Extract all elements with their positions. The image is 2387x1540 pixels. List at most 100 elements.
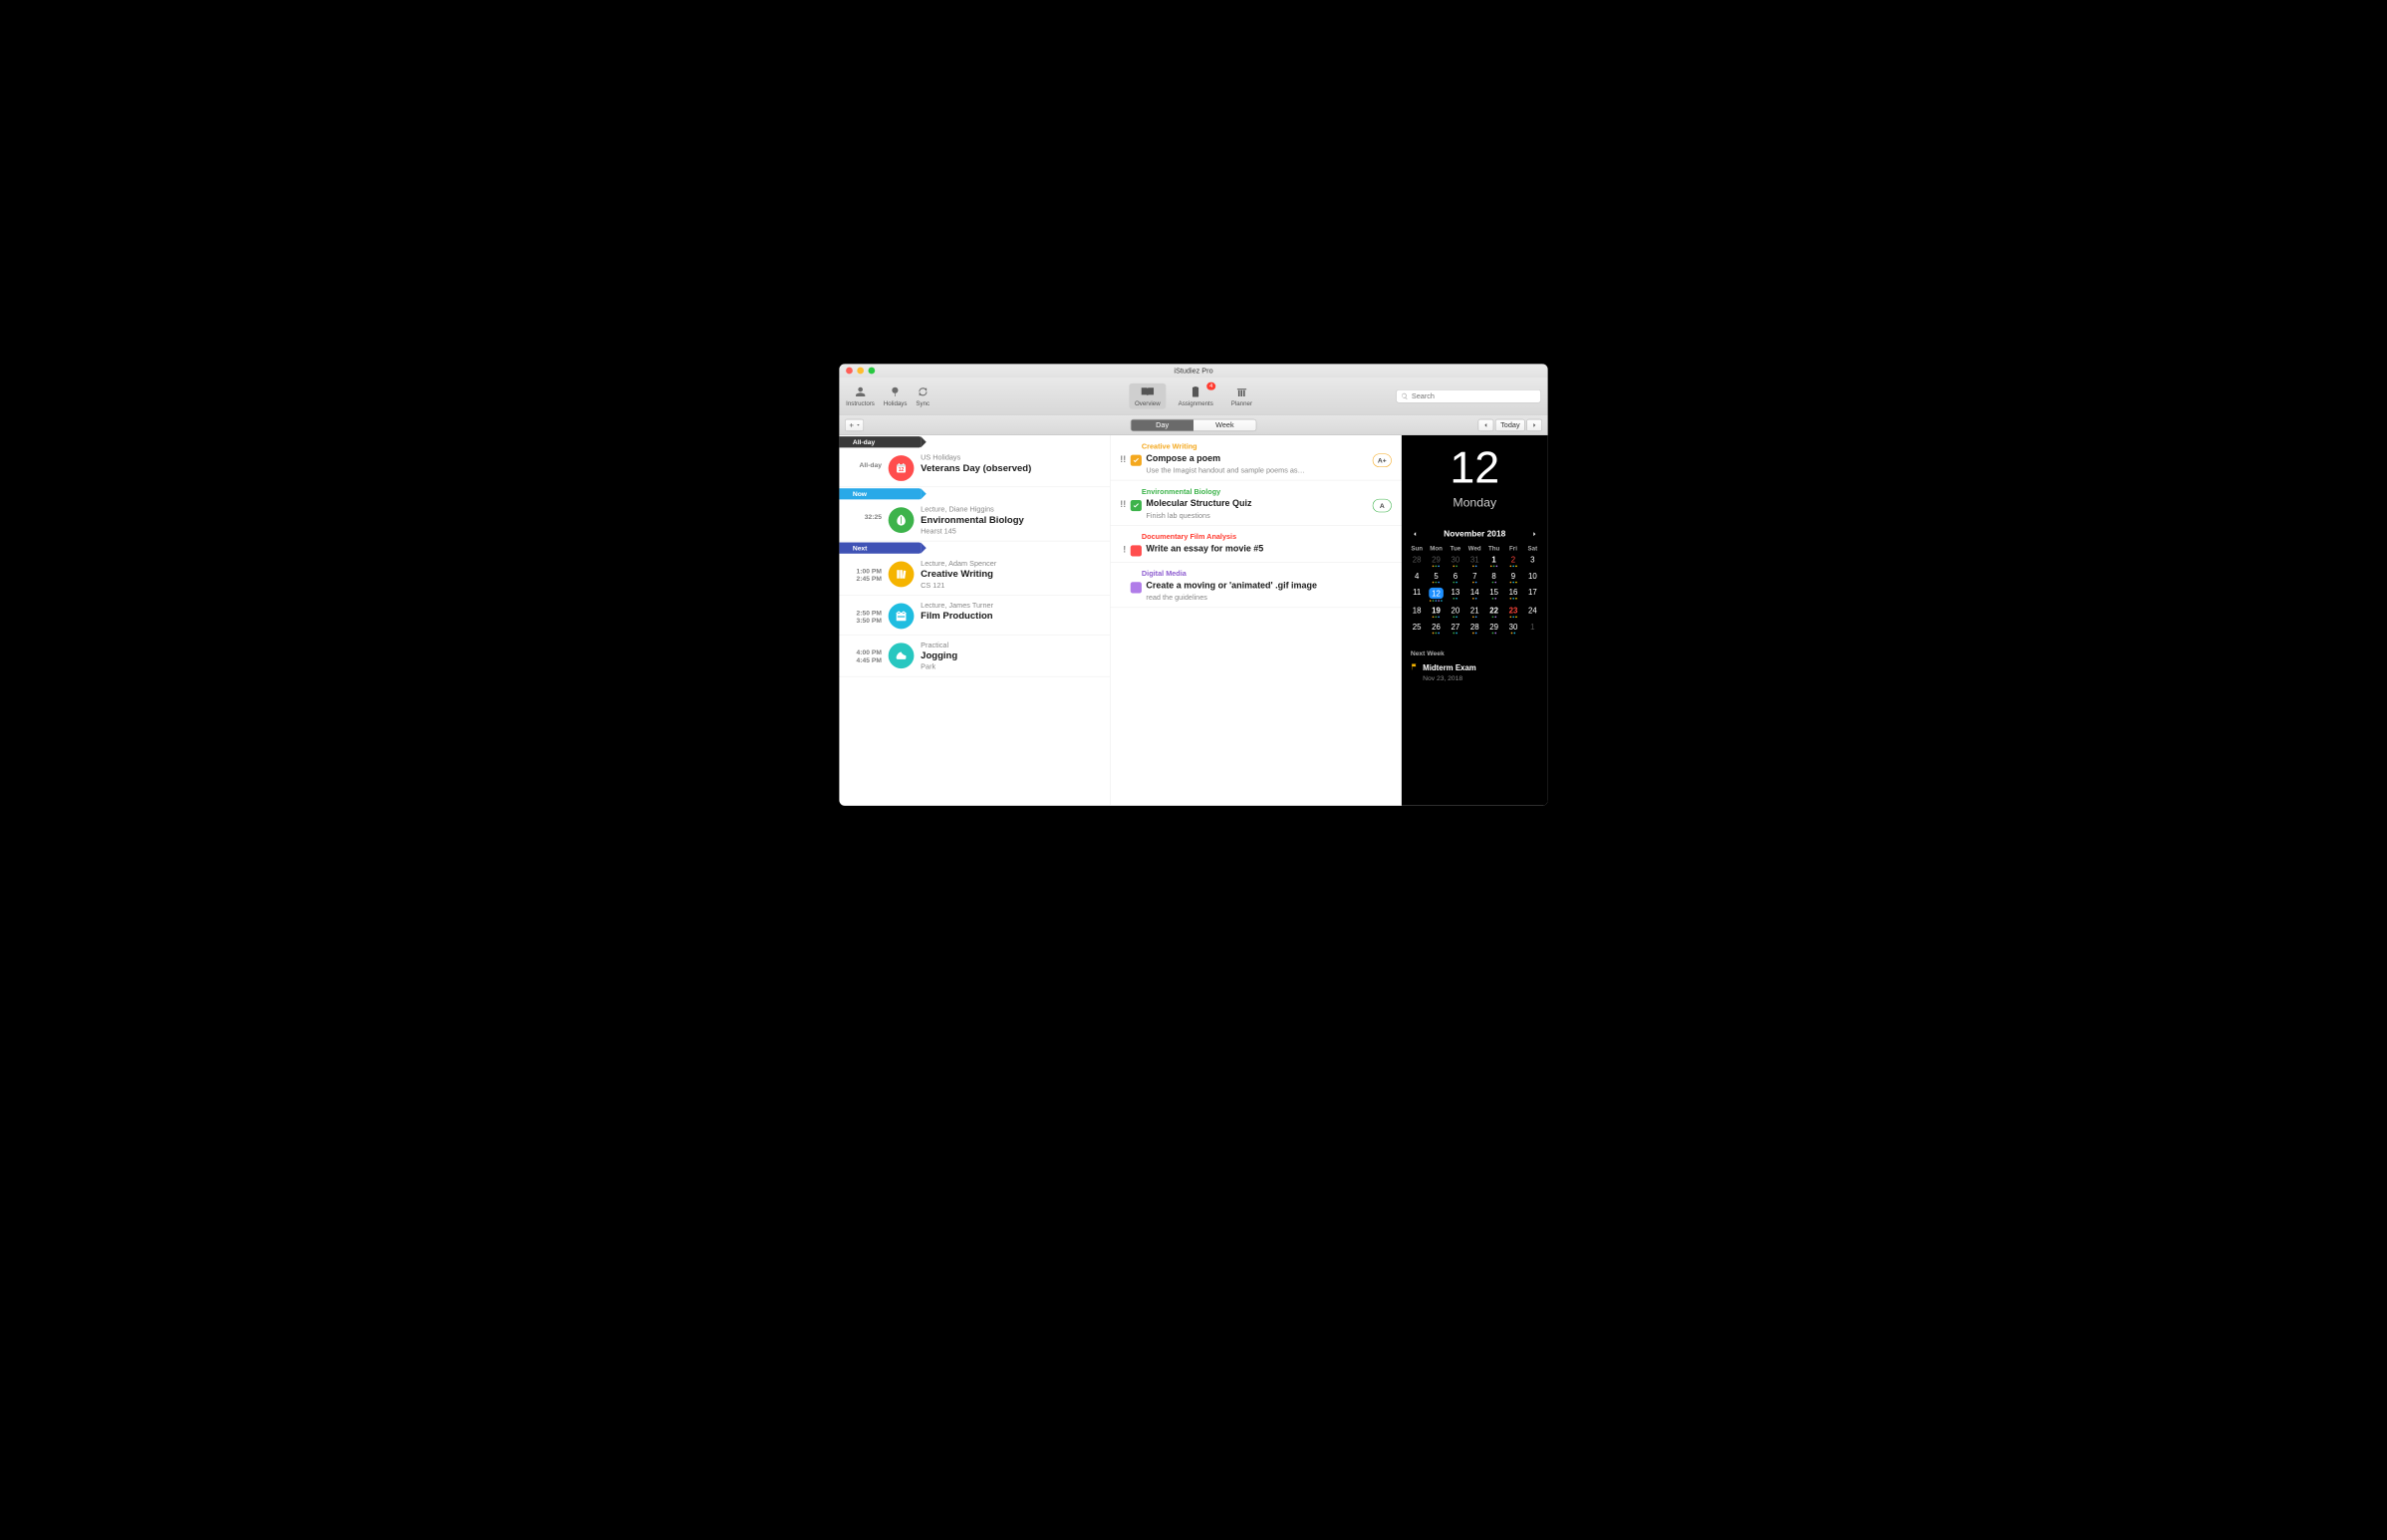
cal-prev-month[interactable]	[1411, 529, 1420, 538]
assignment-sub: Use the Imagist handout and sample poems…	[1146, 466, 1368, 474]
add-button[interactable]	[845, 418, 864, 430]
calendar-day[interactable]: 1	[1484, 553, 1503, 569]
event-time: 4:00 PM4:45 PM	[839, 641, 882, 670]
calendar-day[interactable]: 1	[1523, 620, 1542, 636]
chevron-right-icon	[1531, 421, 1538, 428]
assignment-checkbox[interactable]	[1131, 582, 1142, 593]
event-meta: Lecture, Adam Spencer	[921, 559, 1103, 567]
calendar-day[interactable]: 18	[1407, 604, 1426, 620]
calendar-day[interactable]: 2	[1503, 553, 1522, 569]
today-button[interactable]: Today	[1495, 418, 1525, 430]
calendar-day[interactable]: 10	[1523, 569, 1542, 585]
calendar-day[interactable]: 23	[1503, 604, 1522, 620]
calendar-day[interactable]: 14	[1465, 586, 1484, 604]
cal-next-month[interactable]	[1530, 529, 1539, 538]
calendar-day[interactable]: 6	[1446, 569, 1464, 585]
calendar-day[interactable]: 26	[1427, 620, 1446, 636]
calendar-day[interactable]: 20	[1446, 604, 1464, 620]
section-tag-next: Next	[839, 543, 921, 554]
balloon-icon	[889, 385, 901, 397]
schedule-item[interactable]: 4:00 PM4:45 PMPracticalJoggingPark	[839, 635, 1110, 676]
tab-assignments[interactable]: 4 Assignments	[1173, 384, 1218, 409]
calendar-day[interactable]: 12	[1427, 586, 1446, 604]
schedule-item[interactable]: 1:00 PM2:45 PMLecture, Adam SpencerCreat…	[839, 554, 1110, 596]
event-meta: Lecture, Diane Higgins	[921, 505, 1103, 513]
chevron-left-icon	[1412, 530, 1419, 537]
assignment-priority: !!	[1116, 499, 1126, 510]
app-window: iStudiez Pro Instructors Holidays Sync O…	[839, 364, 1547, 806]
upcoming-item[interactable]: Midterm Exam Nov 23, 2018	[1411, 662, 1539, 681]
calendar-day[interactable]: 30	[1503, 620, 1522, 636]
event-icon: 12	[889, 455, 915, 481]
assignment-item[interactable]: Documentary Film Analysis!Write an essay…	[1111, 526, 1402, 563]
calendar-day[interactable]: 11	[1407, 586, 1426, 604]
schedule-item[interactable]: All-day12US HolidaysVeterans Day (observ…	[839, 447, 1110, 487]
event-sub: CS 121	[921, 581, 1103, 589]
calendar-day[interactable]: 7	[1465, 569, 1484, 585]
assignment-item[interactable]: Creative Writing!!Compose a poemUse the …	[1111, 435, 1402, 480]
event-time: All-day	[839, 453, 882, 481]
search-input[interactable]	[1412, 391, 1536, 399]
calendar-day[interactable]: 29	[1484, 620, 1503, 636]
event-sub: Park	[921, 662, 1103, 670]
event-time: 2:50 PM3:50 PM	[839, 601, 882, 629]
calendar-day[interactable]: 29	[1427, 553, 1446, 569]
event-title: Environmental Biology	[921, 515, 1103, 526]
sync-button[interactable]: Sync	[916, 385, 929, 406]
holidays-button[interactable]: Holidays	[884, 385, 908, 406]
toolbar-center: Overview 4 Assignments Planner	[1129, 384, 1257, 409]
mini-calendar: November 2018 SunMonTueWedThuFriSat 2829…	[1402, 527, 1548, 637]
calendar-day[interactable]: 24	[1523, 604, 1542, 620]
calendar-day[interactable]: 31	[1465, 553, 1484, 569]
seg-day[interactable]: Day	[1131, 419, 1194, 430]
book-icon	[1139, 385, 1156, 397]
assignment-sub: read the guidelines	[1146, 593, 1391, 601]
assignment-sub: Finish lab questions	[1146, 511, 1368, 519]
event-meta: Lecture, James Turner	[921, 601, 1103, 609]
schedule-column: All-dayAll-day12US HolidaysVeterans Day …	[839, 435, 1110, 806]
cal-dow: Thu	[1484, 543, 1503, 553]
assignment-course: Documentary Film Analysis	[1116, 532, 1392, 540]
calendar-day[interactable]: 4	[1407, 569, 1426, 585]
calendar-day[interactable]: 13	[1446, 586, 1464, 604]
assignment-checkbox[interactable]	[1131, 500, 1142, 511]
cal-dow: Tue	[1446, 543, 1464, 553]
calendar-day[interactable]: 16	[1503, 586, 1522, 604]
window-title: iStudiez Pro	[839, 367, 1547, 375]
calendar-day[interactable]: 15	[1484, 586, 1503, 604]
next-day-button[interactable]	[1526, 418, 1542, 430]
search-box[interactable]	[1396, 389, 1541, 402]
assignment-checkbox[interactable]	[1131, 455, 1142, 466]
assignment-item[interactable]: Environmental Biology!!Molecular Structu…	[1111, 480, 1402, 525]
cal-dow: Sun	[1407, 543, 1426, 553]
assignment-checkbox[interactable]	[1131, 545, 1142, 556]
calendar-day[interactable]: 27	[1446, 620, 1464, 636]
calendar-day[interactable]: 19	[1427, 604, 1446, 620]
calendar-day[interactable]: 8	[1484, 569, 1503, 585]
cal-dow: Mon	[1427, 543, 1446, 553]
calendar-day[interactable]: 5	[1427, 569, 1446, 585]
toolbar-label: Instructors	[846, 399, 875, 406]
assignment-course: Creative Writing	[1116, 442, 1392, 450]
schedule-item[interactable]: 32:25Lecture, Diane HigginsEnvironmental…	[839, 499, 1110, 541]
tab-planner[interactable]: Planner	[1225, 384, 1257, 409]
tab-overview[interactable]: Overview	[1129, 384, 1166, 409]
date-nav: Today	[1478, 418, 1542, 430]
calendar-day[interactable]: 3	[1523, 553, 1542, 569]
assignment-item[interactable]: Digital MediaCreate a moving or 'animate…	[1111, 563, 1402, 608]
schedule-item[interactable]: 2:50 PM3:50 PMLecture, James TurnerFilm …	[839, 596, 1110, 636]
event-icon	[889, 604, 915, 630]
calendar-day[interactable]: 25	[1407, 620, 1426, 636]
calendar-day[interactable]: 17	[1523, 586, 1542, 604]
instructors-button[interactable]: Instructors	[846, 385, 875, 406]
sync-icon	[917, 385, 928, 397]
calendar-day[interactable]: 28	[1465, 620, 1484, 636]
seg-week[interactable]: Week	[1194, 419, 1256, 430]
assignment-priority	[1116, 581, 1126, 582]
calendar-day[interactable]: 21	[1465, 604, 1484, 620]
calendar-day[interactable]: 28	[1407, 553, 1426, 569]
calendar-day[interactable]: 22	[1484, 604, 1503, 620]
calendar-day[interactable]: 30	[1446, 553, 1464, 569]
calendar-day[interactable]: 9	[1503, 569, 1522, 585]
prev-day-button[interactable]	[1478, 418, 1494, 430]
